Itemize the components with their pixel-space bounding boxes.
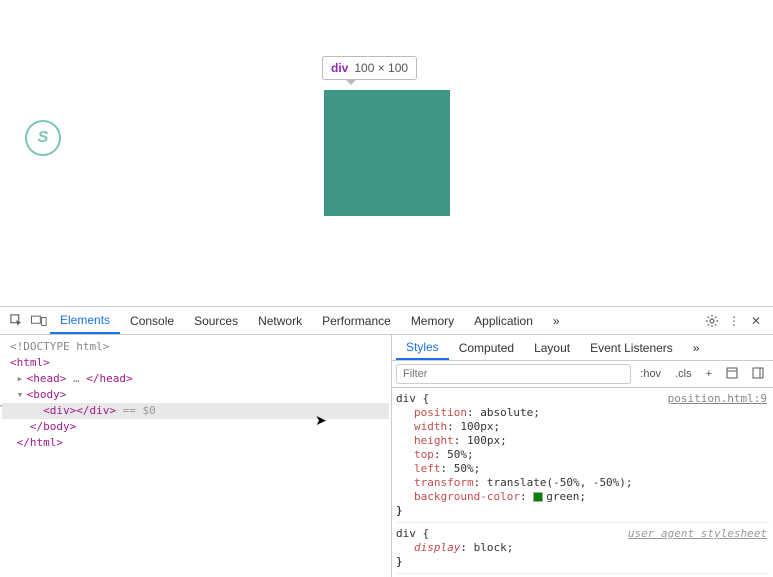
rule-user-agent[interactable]: div { user agent stylesheet display: blo…	[396, 527, 769, 574]
page-viewport: S div 100 × 100	[0, 0, 773, 306]
gutter-icon: ⋯	[0, 399, 2, 415]
stab-computed[interactable]: Computed	[449, 335, 524, 360]
tooltip-tag: div	[331, 61, 348, 75]
tab-performance[interactable]: Performance	[312, 307, 401, 334]
logo-badge: S	[25, 120, 61, 156]
inspect-icon[interactable]	[6, 310, 28, 332]
cls-button[interactable]: .cls	[670, 366, 697, 382]
stab-events[interactable]: Event Listeners	[580, 335, 683, 360]
color-swatch[interactable]	[533, 492, 543, 502]
tab-application[interactable]: Application	[464, 307, 543, 334]
selected-node[interactable]: <div></div> == $0	[2, 403, 389, 419]
devtools-panel: Elements Console Sources Network Perform…	[0, 306, 773, 577]
stabs-overflow-icon[interactable]: »	[683, 335, 710, 360]
tab-elements[interactable]: Elements	[50, 307, 120, 334]
rule-author[interactable]: div { position.html:9 position: absolute…	[396, 392, 769, 523]
tab-console[interactable]: Console	[120, 307, 184, 334]
stab-styles[interactable]: Styles	[396, 335, 449, 360]
device-toolbar-icon[interactable]	[28, 310, 50, 332]
tab-memory[interactable]: Memory	[401, 307, 464, 334]
tab-sources[interactable]: Sources	[184, 307, 248, 334]
element-tooltip: div 100 × 100	[322, 56, 417, 80]
styles-filter-input[interactable]	[396, 364, 631, 384]
devtools-tabbar: Elements Console Sources Network Perform…	[0, 307, 773, 335]
tab-network[interactable]: Network	[248, 307, 312, 334]
css-rules-list[interactable]: div { position.html:9 position: absolute…	[392, 388, 773, 577]
inspected-div[interactable]	[324, 90, 450, 216]
sidebar-toggle-icon[interactable]	[747, 365, 769, 384]
tabs-overflow-icon[interactable]: »	[543, 307, 570, 334]
settings-icon[interactable]	[701, 310, 723, 332]
styles-pane: Styles Computed Layout Event Listeners »…	[392, 335, 773, 577]
hov-button[interactable]: :hov	[635, 366, 666, 382]
kebab-menu-icon[interactable]: ⋮	[723, 310, 745, 332]
stab-layout[interactable]: Layout	[524, 335, 580, 360]
close-icon[interactable]: ✕	[745, 310, 767, 332]
new-rule-button[interactable]: +	[701, 366, 717, 382]
rule-source-link[interactable]: position.html:9	[668, 392, 767, 406]
ua-stylesheet-label: user agent stylesheet	[628, 527, 767, 541]
tooltip-dimensions: 100 × 100	[354, 61, 408, 75]
computed-toggle-icon[interactable]	[721, 365, 743, 384]
dom-tree[interactable]: ⋯ <!DOCTYPE html> <html> ▸<head> … </hea…	[0, 335, 392, 577]
